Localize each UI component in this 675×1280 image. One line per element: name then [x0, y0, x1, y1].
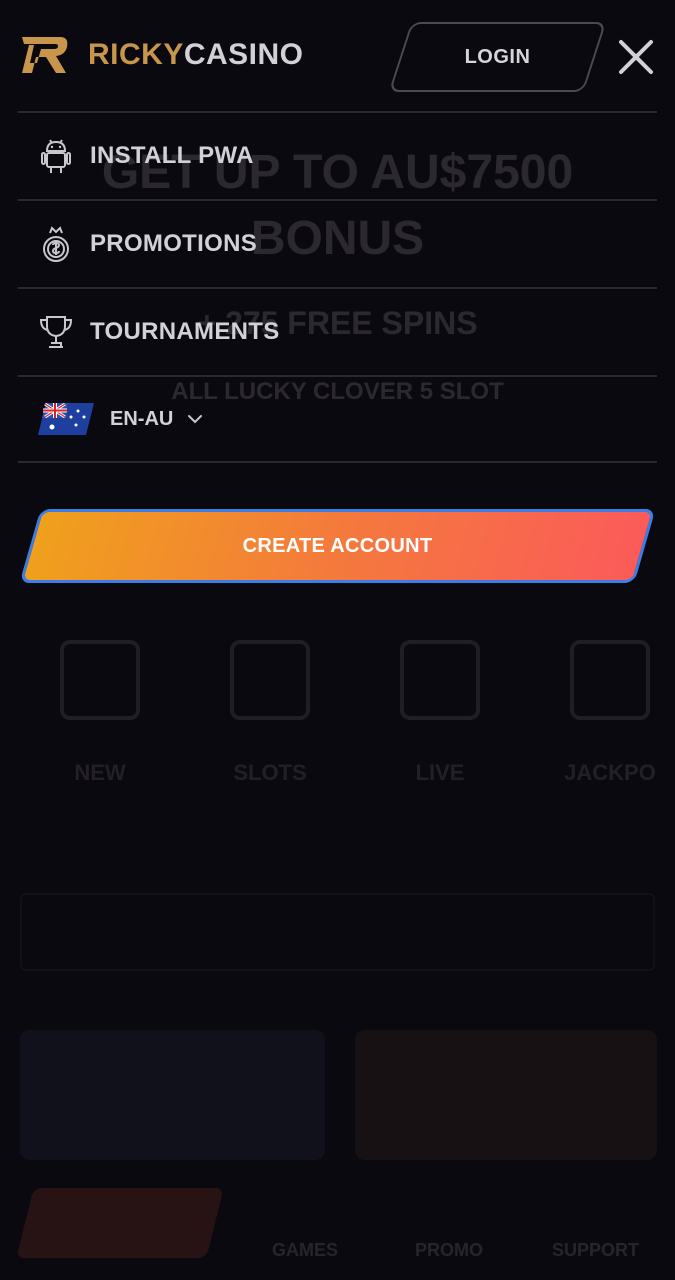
menu-item-label: PROMOTIONS: [90, 230, 258, 257]
game-tile: [20, 1030, 325, 1160]
create-account-button[interactable]: CREATE ACCOUNT: [19, 509, 656, 583]
category-jackpot: JACKPO: [525, 640, 675, 786]
category-row: NEW SLOTS LIVE JACKPO: [15, 640, 675, 786]
login-button[interactable]: LOGIN: [388, 22, 607, 92]
coin-stack-icon: [43, 226, 69, 262]
language-label: EN-AU: [110, 407, 174, 430]
menu-item-promotions[interactable]: PROMOTIONS: [18, 199, 657, 287]
menu-item-label: INSTALL PWA: [90, 142, 254, 169]
tab-promo: PROMO: [415, 1240, 484, 1260]
category-live: LIVE: [355, 640, 525, 786]
brand-wordmark: RICKYCASINO: [88, 38, 304, 71]
logo-mark-icon: [22, 37, 68, 73]
australia-flag-icon: [38, 403, 94, 435]
bottom-cta: [16, 1188, 224, 1258]
side-menu: INSTALL PWA PROMOTIONS TOURNAMENTS EN-AU: [18, 111, 657, 463]
tab-games: GAMES: [272, 1240, 339, 1260]
trophy-icon: [39, 316, 73, 348]
search-banner: [20, 893, 655, 971]
android-icon: [41, 139, 71, 173]
close-icon[interactable]: [617, 38, 655, 76]
chevron-down-icon: [188, 415, 203, 424]
brand-logo[interactable]: RICKYCASINO: [20, 33, 304, 77]
menu-item-install-pwa[interactable]: INSTALL PWA: [18, 111, 657, 199]
tab-support: SUPPORT: [552, 1240, 640, 1260]
category-new: NEW: [15, 640, 185, 786]
menu-item-label: TOURNAMENTS: [90, 318, 280, 345]
game-tile: [355, 1030, 657, 1160]
category-slots: SLOTS: [185, 640, 355, 786]
menu-item-tournaments[interactable]: TOURNAMENTS: [18, 287, 657, 375]
language-selector[interactable]: EN-AU: [18, 375, 657, 463]
menu-header: RICKYCASINO LOGIN: [0, 0, 675, 112]
